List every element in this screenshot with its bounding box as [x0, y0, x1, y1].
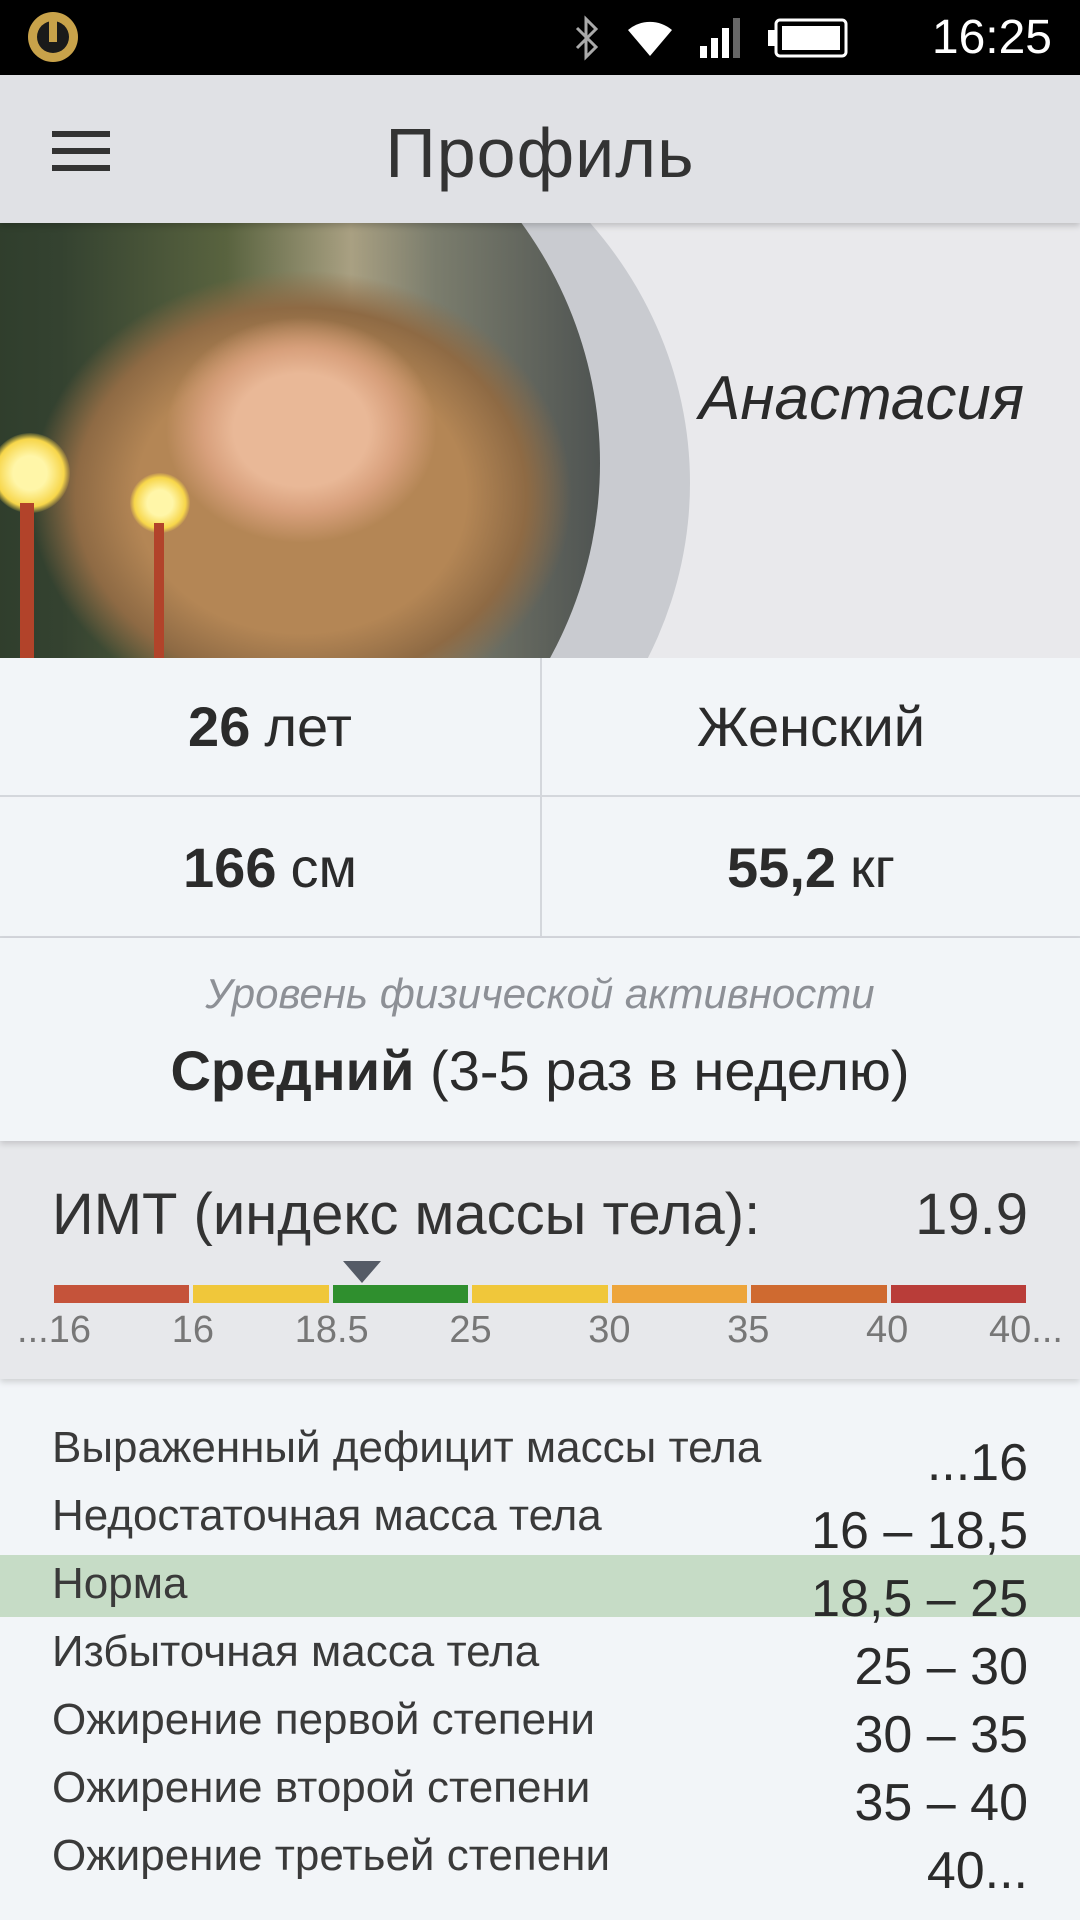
bmi-category-row: Ожирение третьей степени 40...	[0, 1827, 1080, 1900]
battery-icon	[768, 18, 848, 58]
wifi-icon	[628, 21, 672, 56]
status-time: 16:25	[931, 11, 1052, 64]
bmi-tick-label: 16	[171, 1309, 214, 1351]
bmi-section: ИМТ (индекс массы тела): 19.9 ...16 16 18.…	[0, 1141, 1080, 1379]
bmi-scale-segment	[751, 1285, 887, 1303]
bmi-category-range: 16 – 18,5	[811, 1502, 1028, 1560]
bmi-category-range: ...16	[926, 1434, 1028, 1492]
weight-cell[interactable]: 55,2 кг	[542, 799, 1080, 938]
bmi-category-row: Недостаточная масса тела 16 – 18,5	[0, 1487, 1080, 1560]
weight-value: 55,2	[727, 836, 837, 899]
bmi-category-row: Ожирение второй степени 35 – 40	[0, 1759, 1080, 1832]
bmi-value: 19.9	[915, 1182, 1028, 1247]
bmi-category-name: Выраженный дефицит массы тела	[52, 1423, 762, 1472]
avatar-photo[interactable]	[0, 223, 600, 658]
bmi-category-name: Недостаточная масса тела	[52, 1491, 602, 1540]
bmi-scale-segment	[193, 1285, 329, 1303]
bmi-scale-segment	[54, 1285, 190, 1303]
activity-detail: (3-5 раз в неделю)	[430, 1039, 910, 1102]
bmi-category-name: Ожирение третьей степени	[52, 1831, 611, 1880]
bmi-category-range: 25 – 30	[854, 1638, 1029, 1696]
bmi-scale-segment	[332, 1285, 469, 1303]
bluetooth-icon	[575, 15, 599, 61]
user-name: Анастасия	[699, 364, 1024, 433]
gender-cell[interactable]: Женский	[542, 658, 1080, 797]
age-unit: лет	[264, 695, 352, 758]
app-bar: Профиль	[0, 75, 1080, 223]
bmi-scale-segment	[611, 1285, 748, 1303]
bmi-category-range: 30 – 35	[854, 1706, 1029, 1764]
app-logo-icon	[28, 12, 78, 62]
bmi-tick-label: 25	[449, 1309, 492, 1351]
weight-unit: кг	[850, 836, 895, 899]
bmi-tick-label: 35	[727, 1309, 770, 1351]
activity-section[interactable]: Уровень физической активности Средний (3…	[0, 938, 1080, 1141]
bmi-tick-label: 18.5	[294, 1309, 369, 1351]
bmi-tick-label: ...16	[17, 1309, 91, 1351]
bmi-scale-segment	[890, 1285, 1026, 1303]
height-unit: см	[290, 836, 357, 899]
bmi-category-name: Ожирение второй степени	[52, 1763, 591, 1812]
bmi-category-row: Выраженный дефицит массы тела ...16	[0, 1419, 1080, 1492]
bmi-category-row: Ожирение первой степени 30 – 35	[0, 1691, 1080, 1764]
height-value: 166	[183, 836, 277, 899]
bmi-category-name: Ожирение первой степени	[52, 1695, 595, 1744]
bmi-category-range: 40...	[926, 1842, 1028, 1900]
bmi-marker-icon	[342, 1261, 381, 1283]
bmi-category-row: Норма 18,5 – 25	[0, 1555, 1080, 1628]
height-cell[interactable]: 166 см	[0, 799, 540, 938]
page-title: Профиль	[385, 114, 695, 192]
status-bar: 16:25	[0, 0, 1080, 75]
profile-header: Анастасия	[0, 223, 1080, 658]
bmi-category-name: Норма	[52, 1559, 188, 1608]
bmi-tick-label: 40...	[989, 1309, 1063, 1351]
bmi-category-range: 35 – 40	[854, 1774, 1029, 1832]
bmi-label: ИМТ (индекс массы тела):	[52, 1182, 761, 1247]
activity-value: Средний (3-5 раз в неделю)	[0, 1038, 1080, 1103]
age-value: 26	[188, 695, 251, 758]
bmi-scale	[54, 1285, 1026, 1303]
bmi-category-range: 18,5 – 25	[811, 1570, 1028, 1628]
gender-value: Женский	[696, 695, 926, 758]
bmi-tick-label: 40	[866, 1309, 909, 1351]
bmi-scale-segment	[472, 1285, 608, 1303]
activity-level: Средний	[170, 1039, 415, 1102]
bmi-tick-label: 30	[588, 1309, 631, 1351]
bmi-category-list: Выраженный дефицит массы тела ...16 Недост…	[0, 1379, 1080, 1920]
signal-icon	[700, 18, 740, 58]
age-cell[interactable]: 26 лет	[0, 658, 540, 797]
status-icons	[574, 14, 848, 62]
activity-label: Уровень физической активности	[205, 970, 875, 1017]
bmi-category-name: Избыточная масса тела	[52, 1627, 540, 1676]
stats-divider	[540, 658, 542, 938]
bmi-category-row: Избыточная масса тела 25 – 30	[0, 1623, 1080, 1696]
